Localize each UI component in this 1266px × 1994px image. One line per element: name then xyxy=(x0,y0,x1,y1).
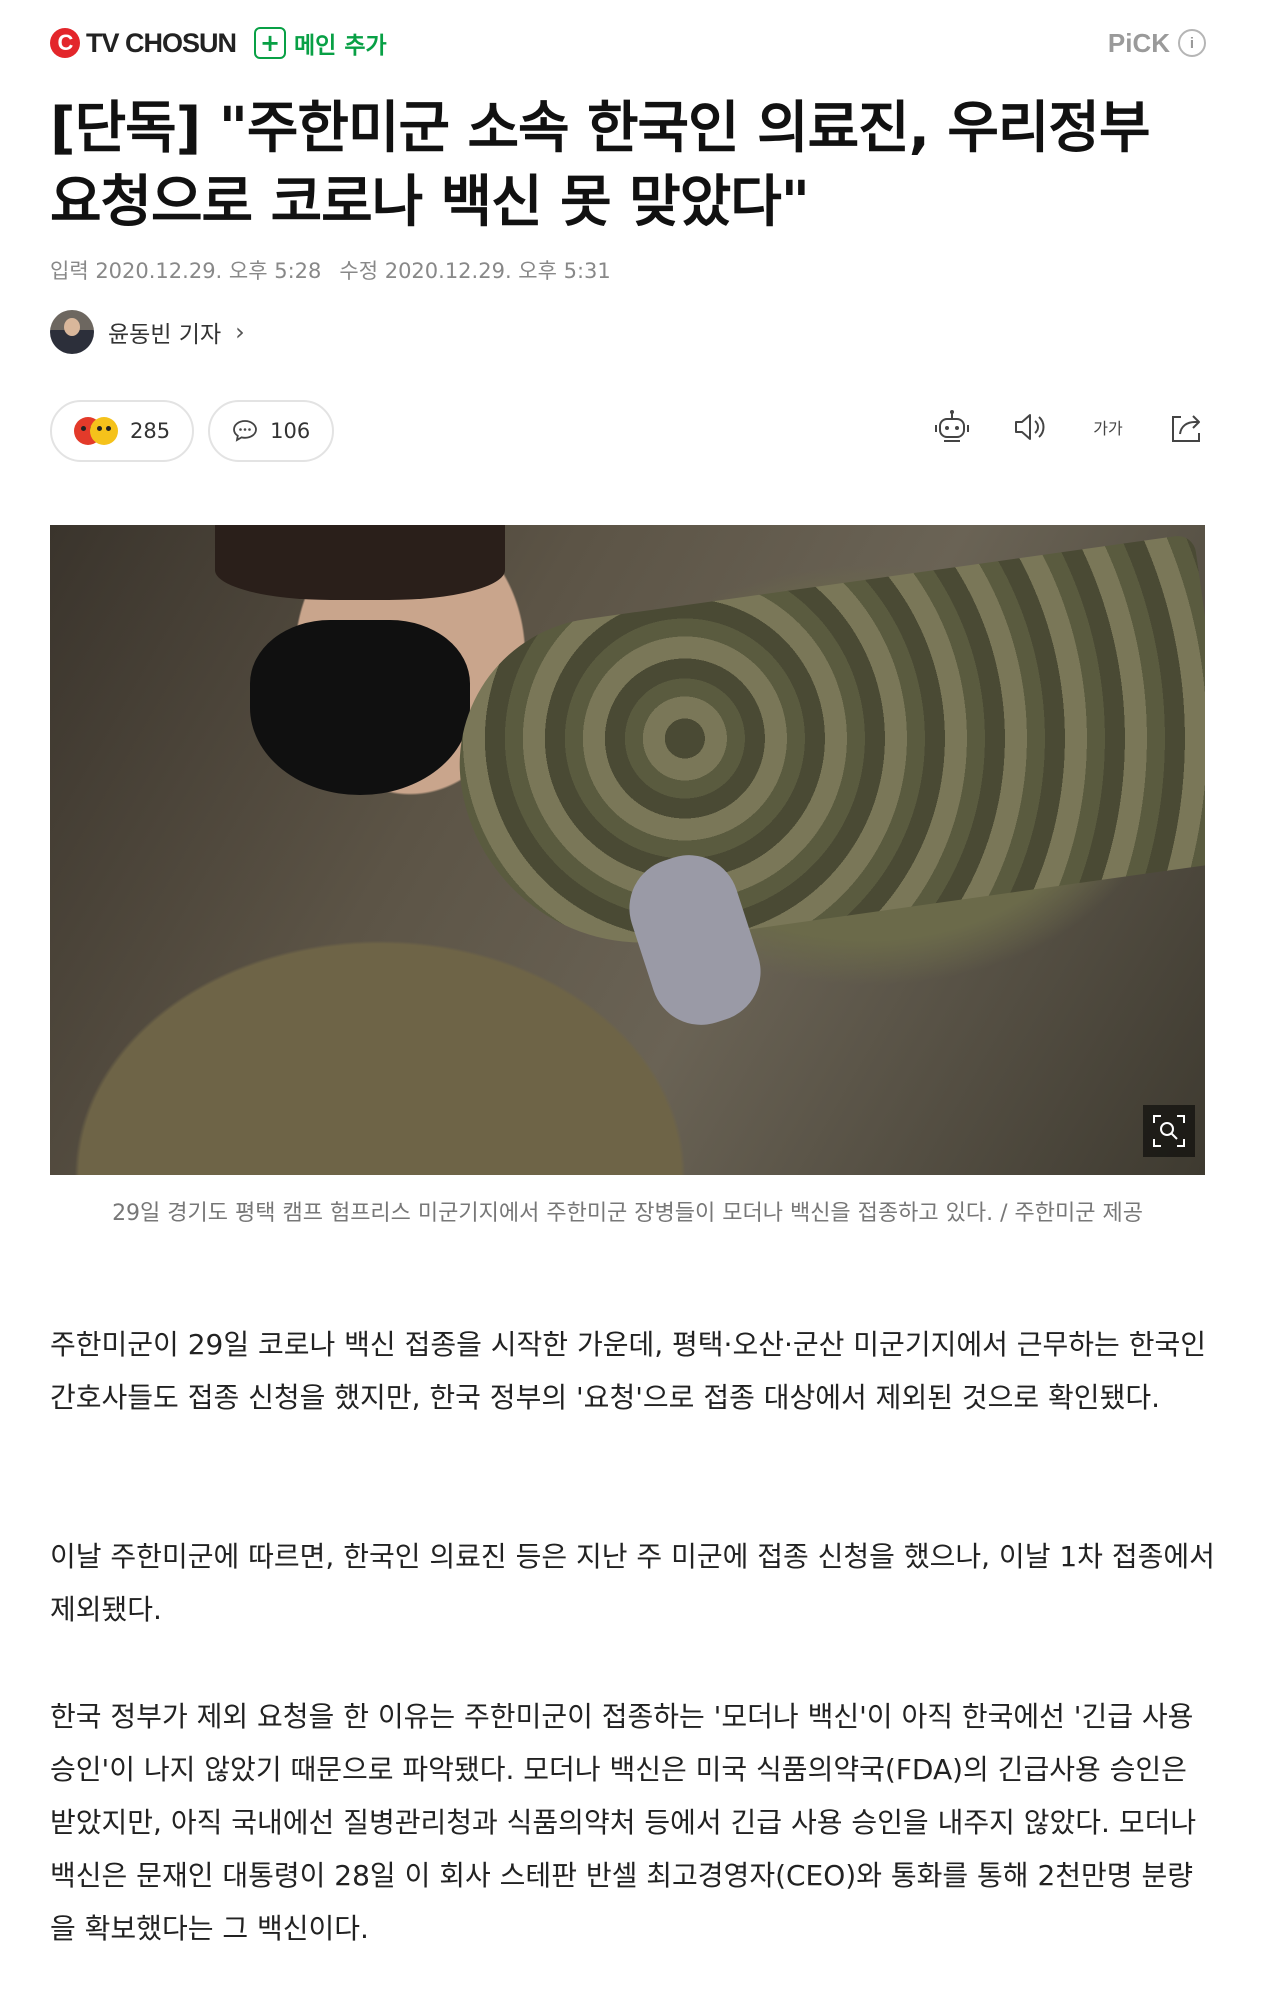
plus-box-icon: + xyxy=(254,27,287,59)
press-name: TV CHOSUN xyxy=(86,27,237,58)
comment-button[interactable]: 106 xyxy=(208,400,335,462)
input-date: 입력 2020.12.29. 오후 5:28 xyxy=(50,259,322,283)
article-photo[interactable] xyxy=(50,525,1205,1175)
add-to-main-label: 메인 추가 xyxy=(294,33,387,59)
press-logo[interactable]: C TV CHOSUN xyxy=(50,27,237,59)
article-paragraph: 한국 정부가 제외 요청을 한 이유는 주한미군이 접종하는 '모더나 백신'이… xyxy=(50,1700,1197,1945)
chevron-right-icon: › xyxy=(235,318,245,346)
reaction-count: 285 xyxy=(130,419,171,443)
font-size-button[interactable]: 가가 xyxy=(1088,407,1128,447)
article-page: C TV CHOSUN + 메인 추가 PiCK i [단독] "주한미군 소속… xyxy=(0,0,1266,1994)
top-bar: C TV CHOSUN + 메인 추가 PiCK i xyxy=(50,18,1206,68)
reaction-bar: 285 106 xyxy=(50,400,335,462)
pick-badge[interactable]: PiCK i xyxy=(1108,28,1206,59)
pick-label: PiCK xyxy=(1107,27,1170,58)
reporter-link[interactable]: 윤동빈 기자 › xyxy=(50,310,245,354)
article-paragraph: 이날 주한미군에 따르면, 한국인 의료진 등은 지난 주 미군에 접종 신청을… xyxy=(50,1540,1215,1626)
article-title: [단독] "주한미군 소속 한국인 의료진, 우리정부 요청으로 코로나 백신 … xyxy=(50,96,1150,235)
text-to-speech-icon[interactable] xyxy=(1010,407,1050,447)
article-toolbar: 가가 xyxy=(932,407,1206,447)
face-mask-shape xyxy=(250,620,470,795)
camouflage-arm-shape xyxy=(440,533,1205,967)
reaction-button[interactable]: 285 xyxy=(50,400,195,462)
photo-caption: 29일 경기도 평택 캠프 험프리스 미군기지에서 주한미군 장병들이 모더나 … xyxy=(112,1201,1143,1226)
share-icon[interactable] xyxy=(1166,407,1206,447)
summary-robot-icon[interactable] xyxy=(932,407,972,447)
reporter-name: 윤동빈 기자 xyxy=(108,322,222,348)
image-zoom-icon[interactable] xyxy=(1143,1105,1195,1157)
comment-bubble-icon xyxy=(233,420,257,442)
reporter-avatar xyxy=(50,310,94,354)
comment-count: 106 xyxy=(270,419,311,443)
article-dates: 입력 2020.12.29. 오후 5:28 수정 2020.12.29. 오후… xyxy=(50,255,611,285)
font-size-label: 가가 xyxy=(1093,419,1123,438)
modified-date: 수정 2020.12.29. 오후 5:31 xyxy=(339,259,611,283)
info-icon[interactable]: i xyxy=(1178,29,1206,57)
reaction-emoji-icon xyxy=(74,417,118,445)
tv-chosun-logo-icon: C xyxy=(50,28,80,58)
article-paragraph: 주한미군이 29일 코로나 백신 접종을 시작한 가운데, 평택·오산·군산 미… xyxy=(50,1328,1206,1414)
add-to-main-button[interactable]: + 메인 추가 xyxy=(254,26,387,60)
